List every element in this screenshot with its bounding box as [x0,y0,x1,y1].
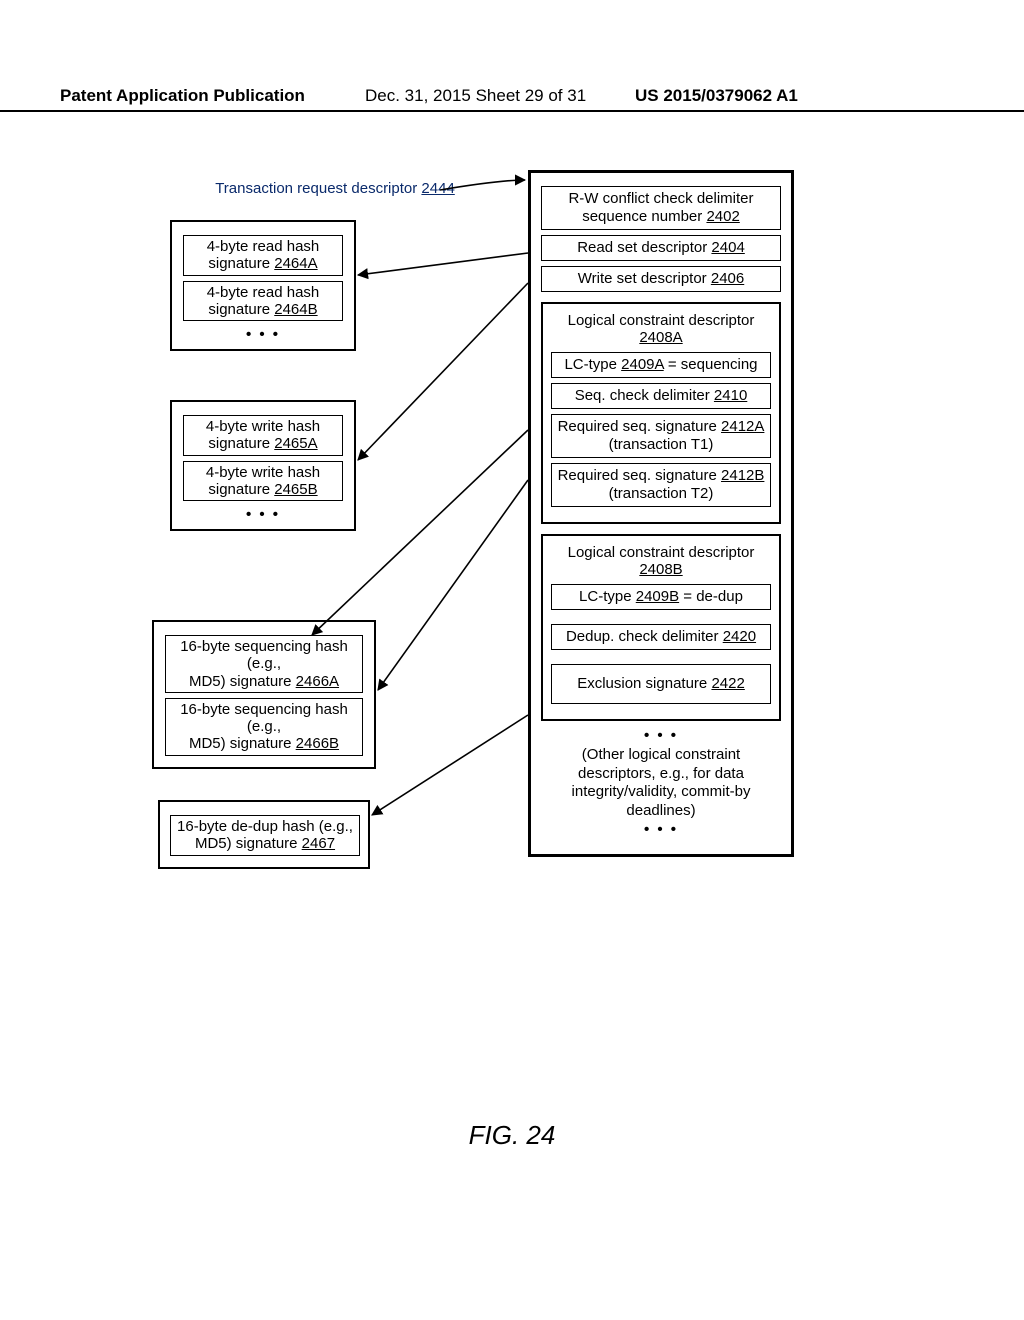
lcB-type-post: = de-dup [679,588,743,605]
write-hash-detail-box: 4-byte write hash signature 2465A 4-byte… [170,400,356,531]
dots-icon-2: • • • [644,821,678,838]
rhA-t: 4-byte read hash [207,238,320,255]
other-l4: deadlines) [626,802,695,819]
lcA-type-post: = sequencing [664,356,758,373]
transaction-request-descriptor-box: R-W conflict check delimiter sequence nu… [528,170,794,857]
seq-hash-B: 16-byte sequencing hash (e.g., MD5) sign… [165,698,363,756]
whA-s: signature [208,435,274,452]
ref-2409B: 2409B [636,588,679,605]
whA-t: 4-byte write hash [206,418,320,435]
dd-t: 16-byte de-dup hash (e.g., [177,818,353,835]
reqB-t: Required seq. signature [558,467,721,484]
header-pub: Patent Application Publication [60,86,305,105]
seq-check-delimiter: Seq. check delimiter 2410 [551,383,771,409]
ref-2444: 2444 [421,180,454,197]
reqA-sub: (transaction T1) [609,436,714,453]
header-rule [0,110,1024,112]
read-set-descriptor: Read set descriptor 2404 [541,235,781,261]
other-l1: (Other logical constraint [582,746,740,763]
logical-constraint-A: Logical constraint descriptor 2408A LC-t… [541,302,781,524]
other-logical-constraints: • • • (Other logical constraint descript… [541,727,781,840]
rw-line2: sequence number [582,208,706,225]
lcB-type-pre: LC-type [579,588,636,605]
other-l2: descriptors, e.g., for data [578,765,744,782]
ref-2404: 2404 [711,239,744,256]
lcB-title: Logical constraint descriptor 2408B [551,544,771,578]
rhB-t: 4-byte read hash [207,284,320,301]
dedup-check-delimiter: Dedup. check delimiter 2420 [551,624,771,650]
seqdelim-text: Seq. check delimiter [575,387,714,404]
read-hash-A: 4-byte read hash signature 2464A [183,235,343,276]
sqA-t: 16-byte sequencing hash (e.g., [180,638,348,672]
dots-icon-3: • • • [246,326,280,343]
ref-2466B: 2466B [296,735,339,752]
sqB-s: MD5) signature [189,735,296,752]
read-hash-detail-box: 4-byte read hash signature 2464A 4-byte … [170,220,356,351]
ref-2406: 2406 [711,270,744,287]
ref-2408A: 2408A [639,329,682,346]
ref-2409A: 2409A [621,356,664,373]
logical-constraint-B: Logical constraint descriptor 2408B LC-t… [541,534,781,721]
ref-2422: 2422 [711,675,744,692]
diagram-title-text: Transaction request descriptor [215,180,421,197]
reqB-sub: (transaction T2) [609,485,714,502]
lcA-type-pre: LC-type [564,356,621,373]
write-hash-B: 4-byte write hash signature 2465B [183,461,343,502]
sqA-s: MD5) signature [189,673,296,690]
dots-icon-4: • • • [246,506,280,523]
diagram-title: Transaction request descriptor 2444 [205,180,465,197]
diagram: Transaction request descriptor 2444 R-W … [0,160,1024,1160]
whB-s: signature [208,481,274,498]
dedup-hash: 16-byte de-dup hash (e.g., MD5) signatur… [170,815,360,856]
figure-label: FIG. 24 [0,1120,1024,1151]
header-date-sheet: Dec. 31, 2015 Sheet 29 of 31 [365,86,586,106]
lcB-title-text: Logical constraint descriptor [568,544,755,561]
lcA-title: Logical constraint descriptor 2408A [551,312,771,346]
dedup-text: Dedup. check delimiter [566,628,723,645]
sequencing-hash-detail-box: 16-byte sequencing hash (e.g., MD5) sign… [152,620,376,769]
lcA-type: LC-type 2409A = sequencing [551,352,771,378]
read-hash-B: 4-byte read hash signature 2464B [183,281,343,322]
sqB-t: 16-byte sequencing hash (e.g., [180,701,348,735]
ref-2465B: 2465B [274,481,317,498]
header-docnum: US 2015/0379062 A1 [635,86,798,106]
dedup-hash-detail-box: 16-byte de-dup hash (e.g., MD5) signatur… [158,800,370,869]
seq-hash-A: 16-byte sequencing hash (e.g., MD5) sign… [165,635,363,693]
dd-s: MD5) signature [195,835,302,852]
page-header: Patent Application Publication Dec. 31, … [0,86,1024,106]
ref-2412A: 2412A [721,418,764,435]
reqA-t: Required seq. signature [558,418,721,435]
write-hash-A: 4-byte write hash signature 2465A [183,415,343,456]
lcB-type: LC-type 2409B = de-dup [551,584,771,610]
ref-2465A: 2465A [274,435,317,452]
rhB-s: signature [208,301,274,318]
writeset-text: Write set descriptor [578,270,711,287]
other-l3: integrity/validity, commit-by [572,783,751,800]
lcA-title-text: Logical constraint descriptor [568,312,755,329]
exclusion-signature: Exclusion signature 2422 [551,664,771,704]
ref-2402: 2402 [706,208,739,225]
rhA-s: signature [208,255,274,272]
ref-2412B: 2412B [721,467,764,484]
write-set-descriptor: Write set descriptor 2406 [541,266,781,292]
ref-2464A: 2464A [274,255,317,272]
dots-icon: • • • [644,727,678,744]
excl-text: Exclusion signature [577,675,711,692]
rw-conflict-delimiter: R-W conflict check delimiter sequence nu… [541,186,781,230]
required-seq-sig-A: Required seq. signature 2412A (transacti… [551,414,771,458]
ref-2410: 2410 [714,387,747,404]
ref-2467: 2467 [302,835,335,852]
rw-line1: R-W conflict check delimiter [568,190,753,207]
readset-text: Read set descriptor [577,239,711,256]
whB-t: 4-byte write hash [206,464,320,481]
ref-2420: 2420 [723,628,756,645]
ref-2466A: 2466A [296,673,339,690]
required-seq-sig-B: Required seq. signature 2412B (transacti… [551,463,771,507]
ref-2464B: 2464B [274,301,317,318]
ref-2408B: 2408B [639,561,682,578]
